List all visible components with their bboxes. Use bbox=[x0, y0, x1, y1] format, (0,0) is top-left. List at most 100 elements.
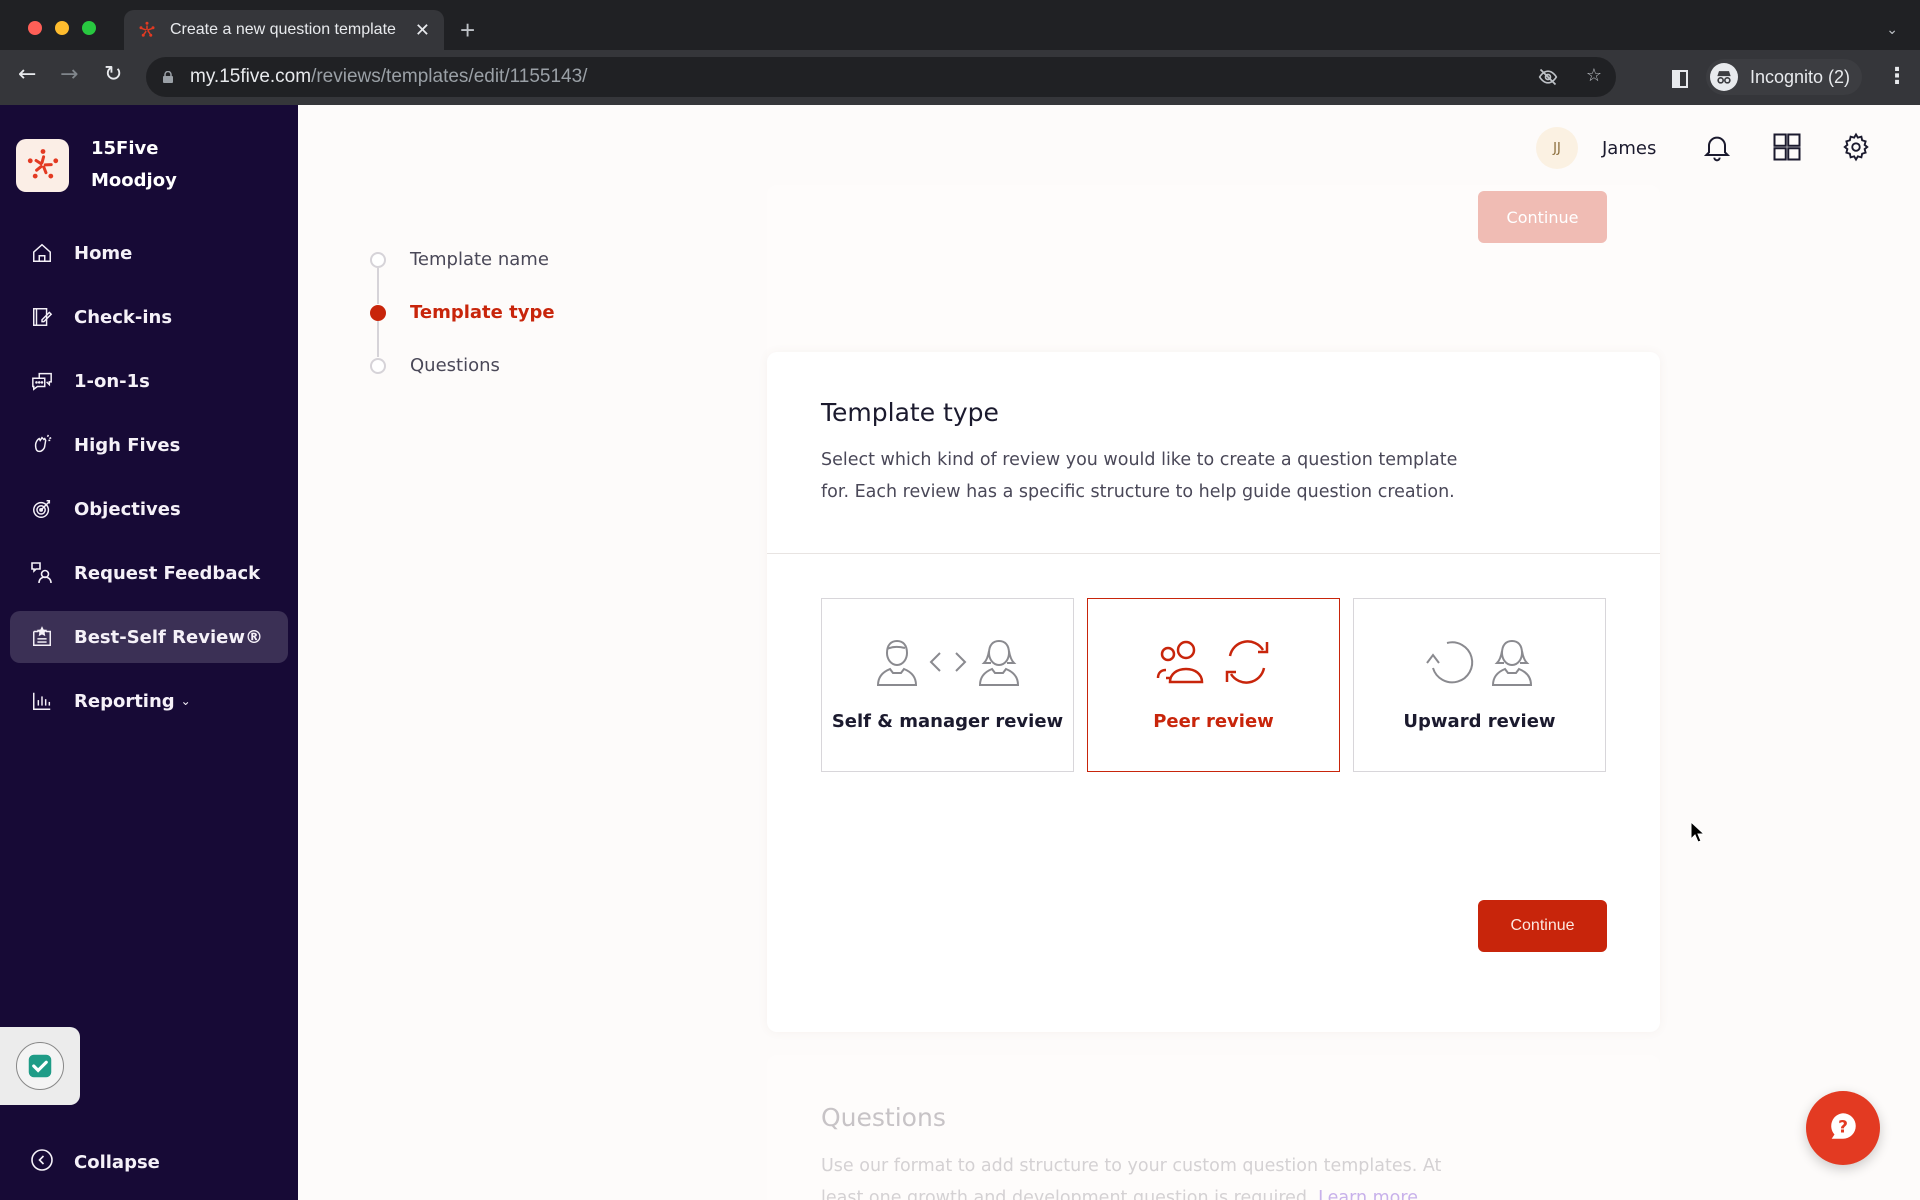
home-icon bbox=[30, 241, 54, 265]
code-brackets-icon bbox=[928, 650, 968, 678]
org-name-line2: Moodjoy bbox=[91, 170, 177, 191]
svg-text:?: ? bbox=[1838, 1117, 1848, 1137]
org-name-line1: 15Five bbox=[91, 138, 159, 159]
browser-tab-bar: Create a new question template ✕ + ⌄ bbox=[0, 0, 1920, 50]
sidebar-item-label: Check-ins bbox=[74, 306, 173, 328]
incognito-icon bbox=[1710, 63, 1738, 91]
questions-description: Use our format to add structure to your … bbox=[821, 1150, 1481, 1200]
continue-button[interactable]: Continue bbox=[1478, 900, 1607, 952]
checkbox-extension-icon bbox=[16, 1042, 64, 1090]
browser-tab[interactable]: Create a new question template ✕ bbox=[124, 10, 444, 50]
template-type-card: Template type Select which kind of revie… bbox=[767, 352, 1660, 1032]
chevron-down-icon: ⌄ bbox=[180, 694, 191, 708]
help-chat-button[interactable]: ? bbox=[1806, 1091, 1880, 1165]
step-label: Template name bbox=[410, 249, 549, 270]
sidebar-item-home[interactable]: Home bbox=[10, 227, 288, 279]
user-name: James bbox=[1602, 137, 1657, 159]
step-indicator bbox=[370, 251, 386, 268]
request-feedback-icon bbox=[30, 561, 54, 585]
sidebar-item-check-ins[interactable]: Check-ins bbox=[10, 291, 288, 343]
questions-card: Questions Use our format to add structur… bbox=[767, 1055, 1660, 1200]
tab-title: Create a new question template bbox=[170, 21, 396, 38]
person-male-icon bbox=[874, 637, 920, 691]
step-indicator bbox=[370, 357, 386, 374]
step-indicator-active bbox=[370, 304, 386, 321]
sidebar-item-label: Home bbox=[74, 242, 133, 264]
step-label: Template type bbox=[410, 302, 555, 323]
option-self-manager-review[interactable]: Self & manager review bbox=[821, 598, 1074, 772]
review-type-options: Self & manager review Peer review Upward… bbox=[821, 598, 1606, 772]
notifications-bell-icon[interactable] bbox=[1699, 129, 1735, 165]
window-minimize-button[interactable] bbox=[55, 21, 69, 35]
sidebar-item-label: Reporting bbox=[74, 690, 175, 712]
progress-stepper: Template name Template type Questions bbox=[370, 233, 555, 392]
step-template-name[interactable]: Template name bbox=[370, 233, 555, 286]
learn-more-link[interactable]: Learn more bbox=[1318, 1188, 1418, 1200]
mouse-cursor-icon bbox=[1690, 820, 1706, 847]
browser-menu-icon[interactable]: ⋮ bbox=[1886, 66, 1908, 88]
15five-favicon-icon bbox=[138, 21, 156, 39]
url-path: /reviews/templates/edit/1155143/ bbox=[311, 66, 588, 87]
option-upward-review[interactable]: Upward review bbox=[1353, 598, 1606, 772]
sidebar-item-request-feedback[interactable]: Request Feedback bbox=[10, 547, 288, 599]
eye-off-icon[interactable] bbox=[1538, 67, 1558, 91]
rotate-arrow-icon bbox=[1425, 637, 1477, 691]
option-label: Peer review bbox=[1153, 711, 1274, 732]
avatar: JJ bbox=[1536, 127, 1578, 169]
sidebar-item-label: High Fives bbox=[74, 434, 181, 456]
address-bar[interactable]: my.15five.com/reviews/templates/edit/115… bbox=[146, 57, 1616, 97]
sidebar-nav: Home Check-ins 1-on-1s High Fives Object… bbox=[10, 227, 288, 739]
bookmark-star-icon[interactable]: ☆ bbox=[1586, 67, 1602, 91]
forward-button[interactable]: → bbox=[60, 64, 78, 86]
sidebar-item-objectives[interactable]: Objectives bbox=[10, 483, 288, 535]
reload-button[interactable]: ↻ bbox=[104, 64, 122, 86]
card-description: Select which kind of review you would li… bbox=[821, 450, 1458, 502]
extension-widget[interactable] bbox=[0, 1027, 80, 1105]
url-host: my.15five.com bbox=[190, 66, 312, 87]
sidebar-item-label: Best-Self Review® bbox=[74, 626, 263, 648]
collapse-label: Collapse bbox=[74, 1151, 160, 1173]
tab-close-icon[interactable]: ✕ bbox=[415, 20, 430, 41]
incognito-label: Incognito (2) bbox=[1750, 66, 1851, 87]
option-label: Self & manager review bbox=[831, 711, 1064, 732]
app-root: 15Five Moodjoy Home Check-ins 1-on-1s Hi… bbox=[0, 105, 1920, 1200]
bar-chart-icon bbox=[30, 689, 54, 713]
sidebar-item-1-on-1s[interactable]: 1-on-1s bbox=[10, 355, 288, 407]
questions-title: Questions bbox=[821, 1103, 946, 1132]
template-name-continue-button[interactable]: Continue bbox=[1478, 191, 1607, 243]
option-peer-review[interactable]: Peer review bbox=[1087, 598, 1340, 772]
review-clipboard-icon bbox=[30, 625, 54, 649]
apps-grid-icon[interactable] bbox=[1769, 129, 1805, 165]
person-female-icon bbox=[976, 637, 1022, 691]
org-brand[interactable]: 15Five Moodjoy bbox=[16, 133, 177, 197]
divider bbox=[767, 553, 1660, 554]
window-close-button[interactable] bbox=[28, 21, 42, 35]
browser-toolbar: ← → ↻ my.15five.com/reviews/templates/ed… bbox=[0, 50, 1920, 105]
15five-logo-icon bbox=[16, 138, 69, 192]
tab-search-chevron-icon[interactable]: ⌄ bbox=[1886, 22, 1898, 38]
back-button[interactable]: ← bbox=[18, 64, 36, 86]
sidebar-item-label: Request Feedback bbox=[74, 562, 261, 584]
person-female-icon bbox=[1489, 637, 1535, 691]
window-maximize-button[interactable] bbox=[82, 21, 96, 35]
user-menu[interactable]: JJ James bbox=[1536, 127, 1656, 169]
step-template-type[interactable]: Template type bbox=[370, 286, 555, 339]
new-tab-button[interactable]: + bbox=[460, 17, 475, 43]
sidebar-item-reporting[interactable]: Reporting ⌄ bbox=[10, 675, 288, 727]
step-label: Questions bbox=[410, 355, 500, 376]
step-questions[interactable]: Questions bbox=[370, 339, 555, 392]
sidebar-item-best-self-review[interactable]: Best-Self Review® bbox=[10, 611, 288, 663]
sidebar: 15Five Moodjoy Home Check-ins 1-on-1s Hi… bbox=[0, 105, 298, 1200]
sidebar-item-label: 1-on-1s bbox=[74, 370, 150, 392]
url-text: my.15five.com/reviews/templates/edit/115… bbox=[190, 66, 587, 88]
side-panel-icon[interactable] bbox=[1672, 70, 1688, 88]
collapse-sidebar-button[interactable]: Collapse bbox=[30, 1148, 160, 1176]
sidebar-item-high-fives[interactable]: High Fives bbox=[10, 419, 288, 471]
edit-note-icon bbox=[30, 305, 54, 329]
people-group-icon bbox=[1154, 638, 1212, 690]
chevron-left-circle-icon bbox=[30, 1148, 54, 1176]
incognito-indicator[interactable]: Incognito (2) bbox=[1706, 59, 1863, 95]
settings-gear-icon[interactable] bbox=[1838, 129, 1874, 165]
question-bubble-icon: ? bbox=[1826, 1109, 1860, 1147]
sidebar-item-label: Objectives bbox=[74, 498, 181, 520]
